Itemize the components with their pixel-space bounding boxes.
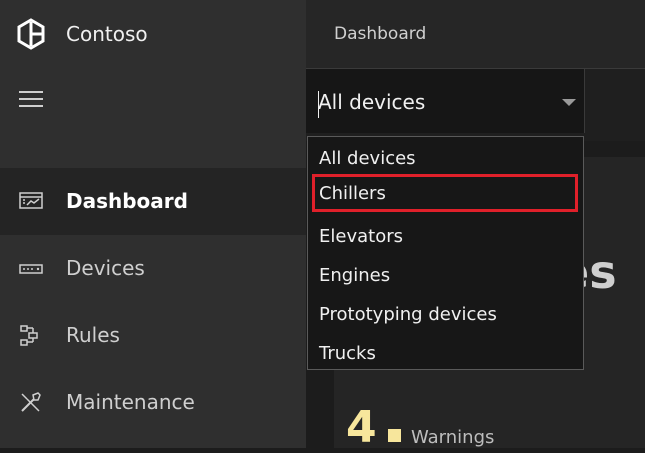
- maintenance-icon: [21, 392, 41, 412]
- sidebar-item-label: Maintenance: [66, 390, 195, 414]
- sidebar-item-label: Devices: [66, 256, 145, 280]
- dropdown-option-chillers[interactable]: Chillers: [312, 174, 578, 212]
- warnings-label: Warnings: [411, 427, 495, 448]
- warnings-count: 4: [346, 402, 377, 453]
- devices-icon: [19, 264, 43, 274]
- brand: Contoso: [0, 0, 306, 68]
- dashboard-icon: [19, 192, 43, 209]
- dropdown-option-engines[interactable]: Engines: [308, 256, 583, 294]
- hamburger-icon[interactable]: [19, 91, 43, 109]
- dropdown-option-label: Trucks: [319, 343, 376, 364]
- dropdown-option-label: Engines: [319, 265, 391, 286]
- sidebar: Contoso Dashboard Devices Rules Maintena…: [0, 0, 306, 448]
- dropdown-option-label: Elevators: [319, 226, 403, 247]
- sidebar-item-label: Rules: [66, 323, 120, 347]
- dropdown-option-elevators[interactable]: Elevators: [308, 217, 583, 255]
- dropdown-option-label: All devices: [319, 148, 416, 169]
- dropdown-option-label: Chillers: [319, 183, 386, 204]
- sidebar-item-devices[interactable]: Devices: [0, 235, 306, 302]
- sidebar-item-rules[interactable]: Rules: [0, 302, 306, 369]
- dropdown-option-trucks[interactable]: Trucks: [308, 334, 583, 372]
- breadcrumb: Dashboard: [334, 24, 427, 44]
- selected-device-group: All devices: [318, 90, 426, 114]
- device-group-select[interactable]: All devices: [306, 69, 585, 133]
- dropdown-option-label: Prototyping devices: [319, 304, 497, 325]
- filter-bar: All devices: [306, 69, 645, 135]
- dropdown-option-prototyping-devices[interactable]: Prototyping devices: [308, 295, 583, 333]
- sidebar-item-dashboard[interactable]: Dashboard: [0, 168, 306, 235]
- sidebar-item-maintenance[interactable]: Maintenance: [0, 369, 306, 436]
- brand-name: Contoso: [66, 22, 148, 46]
- device-group-dropdown: All devices Chillers Elevators Engines P…: [307, 136, 584, 370]
- rules-icon: [20, 325, 38, 346]
- dropdown-option-all-devices[interactable]: All devices: [308, 139, 583, 177]
- topbar: Dashboard: [306, 0, 645, 69]
- contoso-logo-icon: [17, 18, 45, 50]
- chevron-down-icon[interactable]: [562, 99, 576, 106]
- sidebar-item-label: Dashboard: [66, 189, 188, 213]
- warning-square-icon: [388, 429, 401, 442]
